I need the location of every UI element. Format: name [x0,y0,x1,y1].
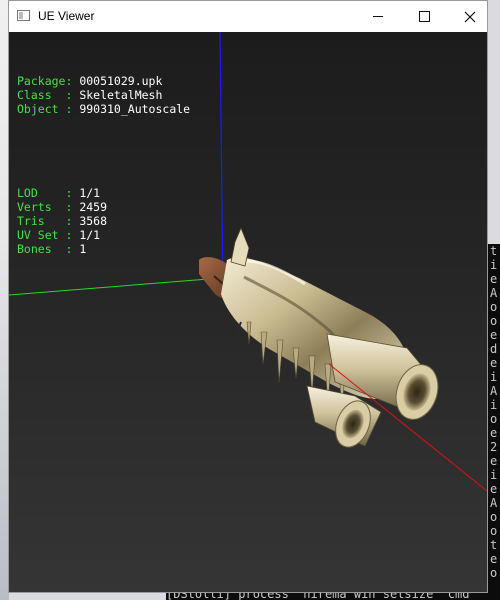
info-key: Object : [17,102,80,116]
console-line: o [490,566,498,580]
y-axis-line [219,32,224,295]
console-line: e [490,482,498,496]
console-line: o [490,300,498,314]
info-row: Object : 990310_Autoscale [17,102,190,116]
console-line: A [490,286,498,300]
info-value: 1 [79,242,87,256]
info-key: Bones : [17,242,80,256]
console-line: A [490,496,498,510]
console-line: i [490,398,498,412]
console-line: e [490,454,498,468]
window-title: UE Viewer [38,9,95,23]
console-line: 2 [490,440,498,454]
mesh-stats-group: LOD : 1/1 Verts : 2459 Tris : 3568 UV Set :… [17,186,190,256]
console-line: t [490,538,498,552]
console-line: e [490,272,498,286]
console-line: i [490,370,498,384]
info-value: 00051029.upk [79,74,163,88]
info-key: Package: [17,74,80,88]
object-info-group: Package: 00051029.upk Class : SkeletalMes… [17,74,190,116]
info-row: Package: 00051029.upk [17,74,190,88]
info-key: Verts : [17,200,80,214]
info-row: Bones : 1 [17,242,190,256]
app-icon [17,10,30,21]
console-line: d [490,342,498,356]
info-row: Class : SkeletalMesh [17,88,190,102]
info-key: UV Set : [17,228,80,242]
maximize-icon [418,11,430,22]
background-console-window: tieAooedeiAioe2eieAooteo [488,244,500,600]
info-value: 1/1 [79,228,101,242]
console-line: i [490,468,498,482]
gun-hammer [230,226,250,267]
console-line: e [490,328,498,342]
console-line: o [490,314,498,328]
info-key: Tris : [17,214,80,228]
mesh-info-panel: Package: 00051029.upk Class : SkeletalMes… [17,46,190,284]
info-row: Tris : 3568 [17,214,190,228]
info-value: 1/1 [79,186,101,200]
console-line: t [490,244,498,258]
console-line: e [490,552,498,566]
info-value: 2459 [79,200,108,214]
console-line: o [490,510,498,524]
console-line: o [490,524,498,538]
minimize-icon [373,16,383,17]
info-row: LOD : 1/1 [17,186,190,200]
info-value: SkeletalMesh [79,88,163,102]
ue-viewer-window[interactable]: UE Viewer Package: 00051029.upk Class: … [8,0,488,593]
console-line: i [490,258,498,272]
info-row: Verts : 2459 [17,200,190,214]
info-row: UV Set : 1/1 [17,228,190,242]
title-bar[interactable]: UE Viewer [9,1,487,32]
close-button[interactable] [447,1,493,32]
minimize-button[interactable] [355,1,401,32]
3d-viewport[interactable]: Package: 00051029.upk Class : SkeletalMes… [9,32,487,592]
console-line: o [490,412,498,426]
info-key: LOD : [17,186,80,200]
console-line: e [490,356,498,370]
info-value: 3568 [79,214,108,228]
maximize-button[interactable] [401,1,447,32]
close-icon [464,11,476,22]
info-key: Class : [17,88,80,102]
console-line: e [490,426,498,440]
info-value: 990310_Autoscale [79,102,191,116]
console-line: A [490,384,498,398]
